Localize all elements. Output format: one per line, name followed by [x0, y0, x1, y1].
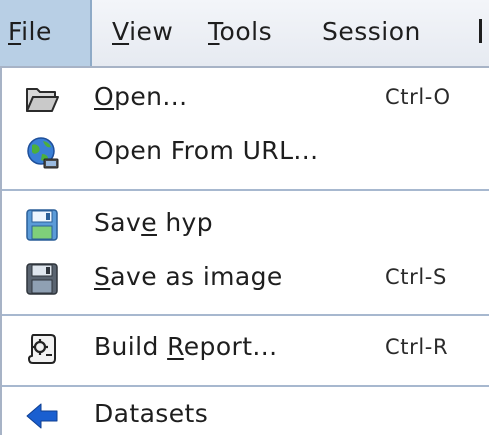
menu-file[interactable]: File: [0, 0, 92, 66]
label-accelerator: S: [94, 262, 111, 291]
menu-view-label-post: iew: [129, 17, 174, 46]
menu-item-build-report-label: Build Report...: [94, 320, 277, 376]
menu-item-build-report[interactable]: Build Report... Ctrl-R: [2, 320, 489, 376]
menu-item-open-from-url[interactable]: Open From URL...: [2, 124, 489, 180]
label-pre: Build: [94, 332, 168, 361]
menu-item-save-hyp-label: Save hyp: [94, 196, 213, 252]
globe-network-icon: [27, 137, 59, 169]
file-menu-dropdown: Open... Ctrl-O Open From URL... Save hyp…: [0, 68, 489, 435]
menu-tools[interactable]: Tools: [208, 0, 272, 66]
menu-item-datasets-label: Datasets: [94, 387, 208, 435]
menu-file-label-post: ile: [21, 17, 52, 46]
menu-tools-label-post: ools: [219, 17, 273, 46]
menu-item-save-as-image-label: Save as image: [94, 250, 283, 306]
label-accelerator: O: [94, 82, 115, 111]
shortcut-ctrl-s: Ctrl-S: [385, 265, 447, 289]
menu-separator: [2, 189, 489, 191]
label-pre: Sav: [94, 208, 142, 237]
label-accelerator: R: [167, 332, 184, 361]
label-accelerator: e: [141, 208, 157, 237]
label-pre: Datasets: [94, 399, 209, 428]
floppy-disk-dark-icon: [26, 263, 58, 295]
menu-item-save-as-image[interactable]: Save as image Ctrl-S: [2, 250, 489, 306]
application-window: File View Tools Session Open... Ctrl-O O…: [0, 0, 489, 435]
label-pre: Open From URL...: [94, 136, 319, 165]
menu-session[interactable]: Session: [322, 0, 421, 66]
menu-item-save-hyp[interactable]: Save hyp: [2, 196, 489, 252]
label-post: eport...: [183, 332, 278, 361]
menu-view-accelerator: V: [112, 17, 130, 46]
clipped-menu-glyph: [479, 19, 482, 43]
label-post: pen...: [114, 82, 188, 111]
label-post: hyp: [156, 208, 214, 237]
back-arrow-icon: [26, 403, 58, 429]
label-post: ave as image: [110, 262, 283, 291]
menu-item-datasets[interactable]: Datasets: [2, 387, 489, 435]
menu-item-open[interactable]: Open... Ctrl-O: [2, 70, 489, 126]
menu-session-label-pre: Session: [322, 17, 421, 46]
menu-item-open-label: Open...: [94, 70, 187, 126]
menu-bar: File View Tools Session: [0, 0, 489, 68]
menu-help-clipped[interactable]: [479, 0, 482, 66]
menu-file-accelerator: F: [8, 17, 22, 46]
menu-separator: [2, 314, 489, 316]
menu-tools-accelerator: T: [208, 17, 220, 46]
folder-open-icon: [26, 88, 59, 112]
shortcut-ctrl-o: Ctrl-O: [385, 85, 451, 109]
report-scroll-icon: [28, 334, 56, 364]
shortcut-ctrl-r: Ctrl-R: [385, 335, 449, 359]
menu-item-open-from-url-label: Open From URL...: [94, 124, 318, 180]
floppy-disk-icon: [26, 209, 58, 241]
menu-view[interactable]: View: [112, 0, 173, 66]
